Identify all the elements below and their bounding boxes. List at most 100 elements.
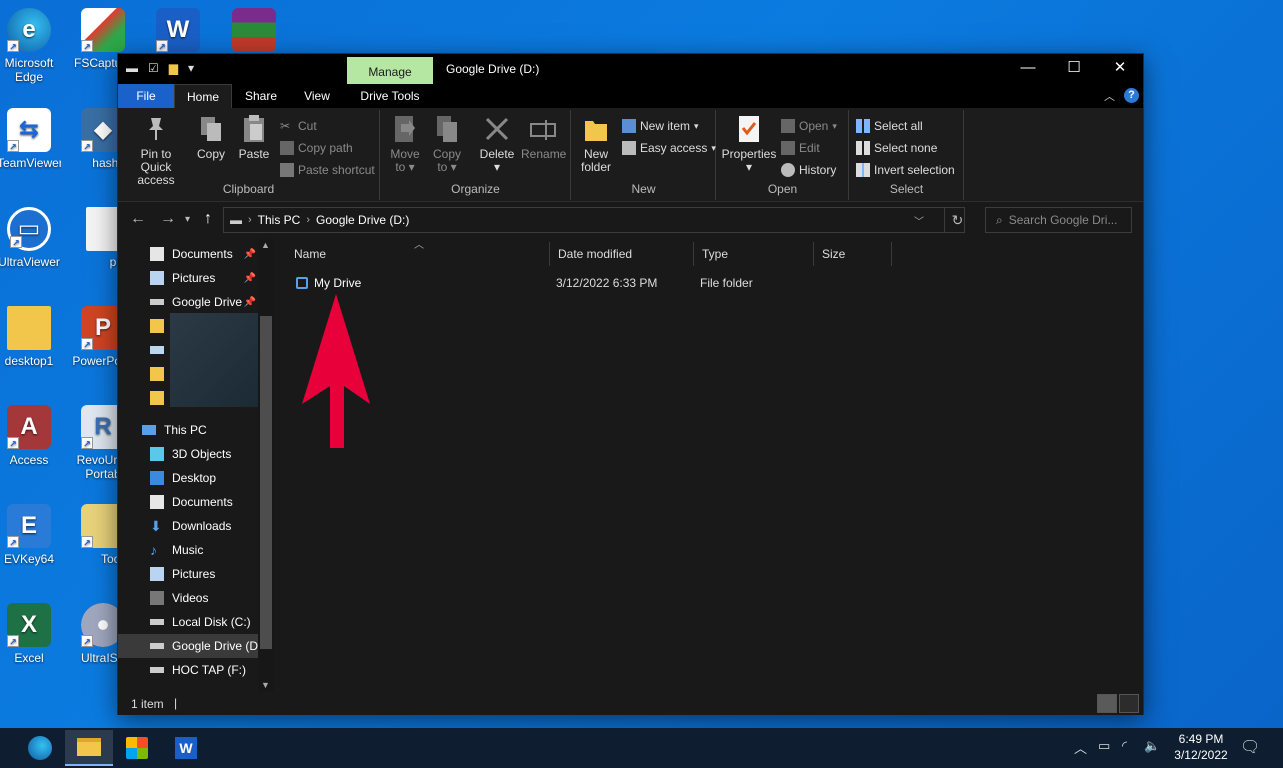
forward-button[interactable]: →: [160, 210, 176, 228]
invert-selection-icon: [856, 163, 870, 177]
nav-item-3d-objects[interactable]: 3D Objects: [118, 442, 258, 466]
edit-button[interactable]: Edit: [781, 138, 820, 158]
nav-item-music[interactable]: ♪ Music: [118, 538, 258, 562]
table-row[interactable]: My Drive 3/12/2022 6:33 PM File folder: [276, 272, 1143, 294]
tab-file[interactable]: File: [118, 84, 174, 108]
desktop-icon-desktop1[interactable]: desktop1: [0, 306, 61, 368]
nav-item-google-drive-d[interactable]: Google Drive (D:): [118, 634, 265, 658]
wifi-icon[interactable]: ◜: [1122, 738, 1127, 754]
large-icons-view-button[interactable]: [1119, 694, 1139, 713]
battery-icon[interactable]: ▭: [1098, 738, 1110, 754]
tab-view[interactable]: View: [290, 84, 344, 108]
copy-path-button[interactable]: Copy path: [280, 138, 353, 158]
minimize-button[interactable]: —: [1005, 54, 1051, 84]
address-input[interactable]: ▬ › This PC › Google Drive (D:) ﹀: [223, 207, 965, 233]
column-header-date-modified[interactable]: Date modified: [550, 242, 694, 266]
properties-button[interactable]: Properties ▾: [721, 114, 777, 174]
paste-shortcut-icon: [280, 163, 294, 177]
organize-group: Move to ▾ Copy to ▾ Delete ▾ Rename Orga…: [381, 110, 571, 200]
notification-icon[interactable]: 🗨: [1240, 737, 1260, 757]
new-label: New: [631, 182, 656, 196]
paste-shortcut-button[interactable]: Paste shortcut: [280, 160, 375, 180]
nav-item-quick-pictures[interactable]: Pictures 📌: [118, 266, 258, 290]
taskbar-clock[interactable]: 6:49 PM 3/12/2022: [1166, 731, 1236, 763]
clock-date: 3/12/2022: [1174, 748, 1228, 762]
customize-qat-icon[interactable]: ▾: [188, 61, 194, 75]
easy-access-button[interactable]: Easy access ▾: [622, 138, 716, 158]
scroll-thumb[interactable]: [260, 316, 272, 649]
taskbar-edge[interactable]: [16, 730, 64, 766]
desktop-icon-ultraviewer[interactable]: ▭ ↗ UltraViewer: [0, 207, 61, 269]
new-folder-button[interactable]: New folder: [576, 114, 616, 174]
recent-locations-button[interactable]: ▾: [185, 214, 190, 225]
taskbar-store[interactable]: [113, 730, 161, 766]
taskbar-file-explorer[interactable]: [65, 730, 113, 766]
show-hidden-icons-icon[interactable]: ︿: [1074, 738, 1087, 757]
taskbar-word[interactable]: W: [162, 730, 210, 766]
breadcrumb-this-pc[interactable]: This PC: [258, 213, 301, 227]
column-header-name[interactable]: Name: [286, 242, 550, 266]
nav-item-quick-google-drive[interactable]: Google Drive 📌: [118, 290, 258, 314]
copy-button[interactable]: Copy: [194, 114, 228, 161]
nav-item-downloads[interactable]: ⬇ Downloads: [118, 514, 258, 538]
scroll-up-icon[interactable]: ▲: [261, 240, 270, 250]
history-button[interactable]: History: [781, 160, 836, 180]
breadcrumb-google-drive[interactable]: Google Drive (D:): [316, 213, 409, 227]
pin-to-quick-access-button[interactable]: Pin to Quick access: [124, 114, 188, 187]
tab-drive-tools[interactable]: Drive Tools: [347, 84, 433, 108]
desktop-icon-access[interactable]: A ↗ Access: [0, 405, 61, 467]
invert-selection-button[interactable]: Invert selection: [856, 160, 955, 180]
desktop-icon-evkey[interactable]: E ↗ EVKey64: [0, 504, 61, 566]
open-button[interactable]: Open ▾: [781, 116, 837, 136]
folder-icon: [77, 738, 101, 756]
fscapture-icon: ↗: [81, 8, 125, 52]
copy-to-button[interactable]: Copy to ▾: [429, 114, 465, 174]
column-header-type[interactable]: Type: [694, 242, 814, 266]
nav-item-desktop[interactable]: Desktop: [118, 466, 258, 490]
nav-item-documents[interactable]: Documents: [118, 490, 258, 514]
tab-manage[interactable]: Manage: [347, 57, 433, 84]
maximize-button[interactable]: ☐: [1051, 54, 1097, 84]
window-title: Google Drive (D:): [446, 62, 540, 76]
drive-icon: [150, 619, 164, 625]
select-all-button[interactable]: Select all: [856, 116, 923, 136]
nav-item-videos[interactable]: Videos: [118, 586, 258, 610]
nav-item-pictures[interactable]: Pictures: [118, 562, 258, 586]
new-item-button[interactable]: New item ▾: [622, 116, 699, 136]
rename-button[interactable]: Rename: [521, 114, 566, 161]
cut-button[interactable]: ✂ Cut: [280, 116, 317, 136]
nav-item-this-pc[interactable]: This PC: [118, 418, 258, 442]
desktop-icon-teamviewer[interactable]: ⇆ ↗ TeamViewer: [0, 108, 61, 170]
details-view-button[interactable]: [1097, 694, 1117, 713]
volume-icon[interactable]: 🔈: [1144, 738, 1160, 754]
search-input[interactable]: [1008, 213, 1119, 227]
up-button[interactable]: ↑: [204, 210, 212, 228]
new-folder-qat-icon[interactable]: ▆: [169, 61, 178, 75]
delete-button[interactable]: Delete ▾: [477, 114, 517, 174]
desktop-icon-winrar[interactable]: [222, 8, 286, 56]
desktop-icon-excel[interactable]: X ↗ Excel: [0, 603, 61, 665]
select-none-button[interactable]: Select none: [856, 138, 937, 158]
desktop-icon-edge[interactable]: e ↗ Microsoft Edge: [0, 8, 61, 84]
tab-home[interactable]: Home: [174, 84, 232, 108]
search-box[interactable]: ⌕: [985, 207, 1132, 233]
drive-icon: [150, 667, 164, 673]
nav-item-local-disk-c[interactable]: Local Disk (C:): [118, 610, 258, 634]
file-name-cell[interactable]: My Drive: [296, 272, 361, 294]
properties-qat-icon[interactable]: ☑: [148, 61, 159, 75]
nav-item-quick-documents[interactable]: Documents 📌: [118, 242, 258, 266]
refresh-button[interactable]: ↻: [944, 207, 970, 233]
address-dropdown-icon[interactable]: ﹀: [914, 213, 924, 228]
nav-item-hoc-tap-f[interactable]: HOC TAP (F:): [118, 658, 258, 682]
desktop-icon-word[interactable]: W ↗: [146, 8, 210, 56]
scroll-down-icon[interactable]: ▼: [261, 680, 270, 690]
move-to-button[interactable]: Move to ▾: [387, 114, 423, 174]
column-header-size[interactable]: Size: [814, 242, 892, 266]
close-button[interactable]: ✕: [1097, 54, 1143, 84]
nav-scrollbar[interactable]: ▲ ▼: [258, 238, 274, 692]
tab-share[interactable]: Share: [234, 84, 288, 108]
help-icon[interactable]: ?: [1124, 88, 1139, 103]
paste-button[interactable]: Paste: [236, 114, 272, 161]
back-button[interactable]: ←: [130, 210, 146, 228]
collapse-ribbon-icon[interactable]: ︿: [1104, 88, 1115, 104]
